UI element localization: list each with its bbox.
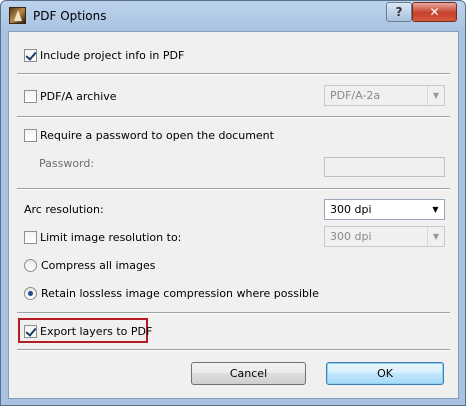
compress-all-label[interactable]: Compress all images bbox=[41, 259, 155, 272]
separator bbox=[17, 73, 450, 75]
image-resolution-select[interactable]: 300 dpi ▼ bbox=[324, 226, 445, 247]
separator bbox=[17, 116, 450, 118]
password-label: Password: bbox=[39, 157, 95, 170]
arc-resolution-value: 300 dpi bbox=[330, 203, 372, 216]
pdfa-archive-label[interactable]: PDF/A archive bbox=[40, 90, 117, 103]
chevron-down-icon: ▼ bbox=[432, 205, 439, 214]
chevron-down-icon: ▼ bbox=[427, 86, 444, 105]
limit-image-resolution-row: Limit image resolution to: bbox=[24, 229, 181, 245]
pdf-options-dialog: PDF Options ? ✕ Include project info in … bbox=[0, 0, 466, 406]
export-layers-checkbox[interactable] bbox=[24, 324, 37, 338]
export-layers-row: Export layers to PDF bbox=[24, 323, 152, 339]
retain-lossless-radio[interactable] bbox=[24, 286, 37, 300]
retain-lossless-row: Retain lossless image compression where … bbox=[24, 285, 319, 301]
require-password-row: Require a password to open the document bbox=[24, 127, 274, 143]
close-button[interactable]: ✕ bbox=[412, 2, 457, 22]
arc-resolution-select[interactable]: 300 dpi ▼ bbox=[324, 199, 445, 220]
ok-button[interactable]: OK bbox=[326, 362, 444, 385]
help-button[interactable]: ? bbox=[386, 2, 412, 22]
arc-resolution-label: Arc resolution: bbox=[24, 203, 104, 216]
include-project-info-checkbox[interactable] bbox=[24, 48, 37, 62]
retain-lossless-label[interactable]: Retain lossless image compression where … bbox=[41, 287, 319, 300]
window-title: PDF Options bbox=[33, 9, 107, 23]
separator bbox=[17, 312, 450, 314]
limit-image-resolution-label[interactable]: Limit image resolution to: bbox=[40, 231, 181, 244]
compress-all-radio[interactable] bbox=[24, 258, 37, 272]
compress-all-row: Compress all images bbox=[24, 257, 155, 273]
export-layers-label[interactable]: Export layers to PDF bbox=[40, 325, 152, 338]
include-project-info-label[interactable]: Include project info in PDF bbox=[40, 49, 184, 62]
require-password-checkbox[interactable] bbox=[24, 128, 37, 142]
require-password-label[interactable]: Require a password to open the document bbox=[40, 129, 274, 142]
pdfa-archive-row: PDF/A archive bbox=[24, 88, 117, 104]
archicad-icon bbox=[9, 7, 26, 24]
password-field[interactable] bbox=[324, 157, 445, 177]
include-project-info-row: Include project info in PDF bbox=[24, 47, 184, 63]
separator bbox=[17, 349, 450, 351]
chevron-down-icon: ▼ bbox=[427, 227, 444, 246]
pdfa-version-select[interactable]: PDF/A-2a ▼ bbox=[324, 85, 445, 106]
title-bar[interactable]: PDF Options ? ✕ bbox=[1, 1, 465, 31]
dialog-body: Include project info in PDF PDF/A archiv… bbox=[8, 31, 459, 399]
pdfa-archive-checkbox[interactable] bbox=[24, 89, 37, 103]
separator bbox=[17, 188, 450, 190]
pdfa-version-value: PDF/A-2a bbox=[330, 89, 381, 102]
image-resolution-value: 300 dpi bbox=[330, 230, 372, 243]
limit-image-resolution-checkbox[interactable] bbox=[24, 230, 37, 244]
cancel-button[interactable]: Cancel bbox=[191, 362, 306, 385]
